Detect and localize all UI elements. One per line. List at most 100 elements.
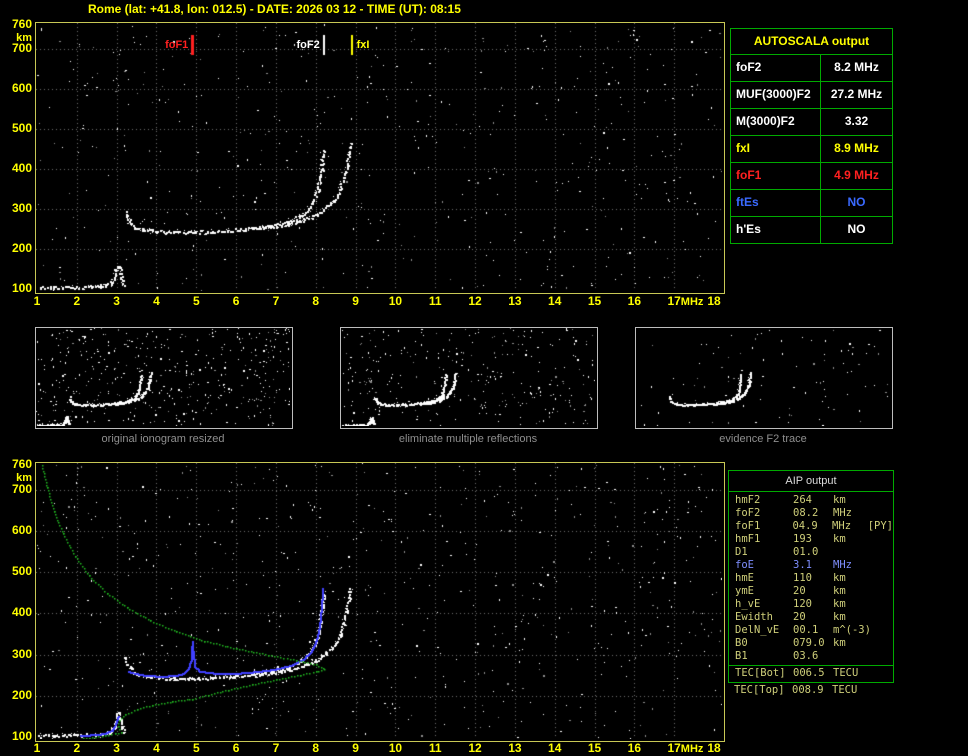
x-tick-label: 8 (312, 741, 320, 755)
x-tick-label: 7 (272, 741, 280, 755)
thumbnail-caption-eliminate: eliminate multiple reflections (398, 433, 538, 445)
y-axis-unit-label: km (16, 472, 32, 485)
aip-row-note: [PY] (867, 520, 893, 532)
aip-row-hmE: hmE 110 km (729, 572, 893, 585)
y-tick-label: 100 (11, 281, 32, 295)
marker-label-foF2: foF2 (296, 39, 320, 51)
aip-row-D1: D1 01.0 (729, 546, 893, 559)
ionogram-bottom-plot (35, 462, 725, 742)
thumbnail-eliminate-canvas (341, 328, 595, 426)
aip-row-label: DelN_vE (735, 624, 780, 636)
aip-row-note (869, 572, 893, 585)
aip-row-note (869, 533, 893, 546)
y-tick-label: 300 (11, 646, 32, 661)
x-tick-label: 5 (192, 294, 200, 308)
aip-row-unit: m^(-3) (833, 624, 871, 636)
x-tick-label: 13 (508, 741, 522, 755)
autoscala-row-label: M(3000)F2 (731, 109, 821, 135)
aip-row-note (869, 494, 893, 507)
aip-row-label: h_vE (735, 598, 761, 610)
aip-row-note (869, 624, 893, 637)
x-tick-label: 14 (548, 741, 562, 755)
x-tick-label: 15 (587, 294, 602, 308)
aip-output-rows: hmF2 264 km foF2 08.2 MHz foF1 04.9 MHz [PY] hmF1 1… (729, 494, 893, 663)
x-tick-label: 4 (153, 294, 160, 308)
aip-row-label: Ewidth (735, 611, 773, 623)
y-tick-label: 300 (11, 201, 32, 215)
aip-row-value: 110 (793, 572, 812, 584)
marker-label-foF1: foF1 (165, 39, 189, 51)
x-tick-label: 16 (627, 294, 642, 308)
aip-row-value: 20 (793, 611, 806, 623)
autoscala-row-label: foF2 (731, 55, 821, 81)
aip-row-note (869, 559, 893, 572)
y-axis-unit-label: km (16, 32, 32, 44)
x-tick-label: 17 (667, 294, 681, 308)
aip-row-unit: MHz (833, 559, 852, 571)
x-tick-label: 7 (272, 294, 280, 308)
y-tick-label: 760 (11, 457, 32, 472)
y-tick-label: 100 (11, 728, 32, 743)
aip-row-label: B1 (735, 650, 748, 662)
autoscala-row-fxI: fxI 8.9 MHz (731, 136, 892, 163)
thumbnail-evidence-canvas (636, 328, 890, 426)
aip-row-Ewidth: Ewidth 20 km (729, 611, 893, 624)
aip-row-label: hmF1 (735, 533, 761, 545)
autoscala-row-value: 4.9 MHz (834, 168, 879, 182)
autoscala-row-M(3000)F2: M(3000)F2 3.32 (731, 109, 892, 136)
y-tick-label: 400 (11, 161, 32, 175)
aip-row-unit: km (833, 533, 846, 545)
aip-tec-bottom-row: TEC[Bot] 006.5 TECU (729, 667, 893, 680)
autoscala-output-header: AUTOSCALA output (731, 29, 892, 55)
thumbnail-original-canvas (36, 328, 290, 426)
x-tick-label: 10 (388, 294, 403, 308)
autoscala-row-MUF(3000)F2: MUF(3000)F2 27.2 MHz (731, 82, 892, 109)
thumbnail-caption-evidence: evidence F2 trace (719, 433, 807, 445)
y-tick-label: 400 (11, 605, 32, 620)
x-tick-label: 4 (153, 741, 160, 755)
y-tick-label: 760 (11, 17, 32, 31)
aip-row-DelN_vE: DelN_vE 00.1 m^(-3) (729, 624, 893, 637)
aip-row-label: hmE (735, 572, 754, 584)
aip-row-unit: km (833, 494, 846, 506)
aip-row-note (869, 546, 893, 559)
autoscala-row-label: h'Es (731, 217, 821, 243)
y-tick-label: 500 (11, 564, 32, 579)
aip-row-unit: km (833, 585, 846, 597)
x-tick-label: 5 (192, 741, 200, 755)
aip-row-B1: B1 03.6 (729, 650, 893, 663)
tec-row-label: TEC[Top] (734, 684, 785, 696)
x-tick-label: 18 (707, 294, 721, 308)
x-axis-unit-label: MHz (680, 743, 704, 755)
x-tick-label: 10 (388, 741, 403, 755)
autoscala-row-value: 8.9 MHz (834, 141, 879, 155)
autoscala-row-value: NO (847, 222, 866, 236)
autoscala-row-label: foF1 (731, 163, 821, 189)
autoscala-row-ftEs: ftEs NO (731, 190, 892, 217)
aip-divider (729, 665, 893, 666)
x-tick-label: 6 (232, 294, 240, 308)
aip-row-note (869, 598, 893, 611)
x-tick-label: 11 (428, 294, 442, 308)
aip-row-value: 079.0 (793, 637, 825, 649)
aip-row-value: 01.0 (793, 546, 819, 558)
aip-row-ymE: ymE 20 km (729, 585, 893, 598)
aip-output-header: AIP output (729, 471, 893, 492)
autoscala-output-rows: foF2 8.2 MHz MUF(3000)F2 27.2 MHz M(3000)F2 3… (731, 55, 892, 243)
aip-row-note (869, 637, 893, 650)
aip-row-value: 04.9 (792, 520, 818, 532)
aip-row-h_vE: h_vE 120 km (729, 598, 893, 611)
thumbnail-evidence-f2 (635, 327, 893, 429)
aip-row-value: 03.6 (793, 650, 819, 662)
autoscala-output-panel: AUTOSCALA output foF2 8.2 MHz MUF(3000)F2 2… (730, 28, 893, 244)
x-tick-label: 2 (73, 294, 81, 308)
aip-row-value: 3.1 (793, 559, 812, 571)
x-tick-label: 8 (312, 294, 320, 308)
x-tick-label: 14 (548, 294, 562, 308)
aip-row-label: D1 (735, 546, 748, 558)
aip-output-panel: AIP output hmF2 264 km foF2 08.2 MHz foF1 04.9 M… (728, 470, 894, 683)
aip-row-label: foF2 (735, 507, 761, 519)
aip-row-label: foF1 (735, 520, 761, 532)
aip-row-unit: km (833, 637, 846, 649)
x-tick-label: 16 (627, 741, 642, 755)
